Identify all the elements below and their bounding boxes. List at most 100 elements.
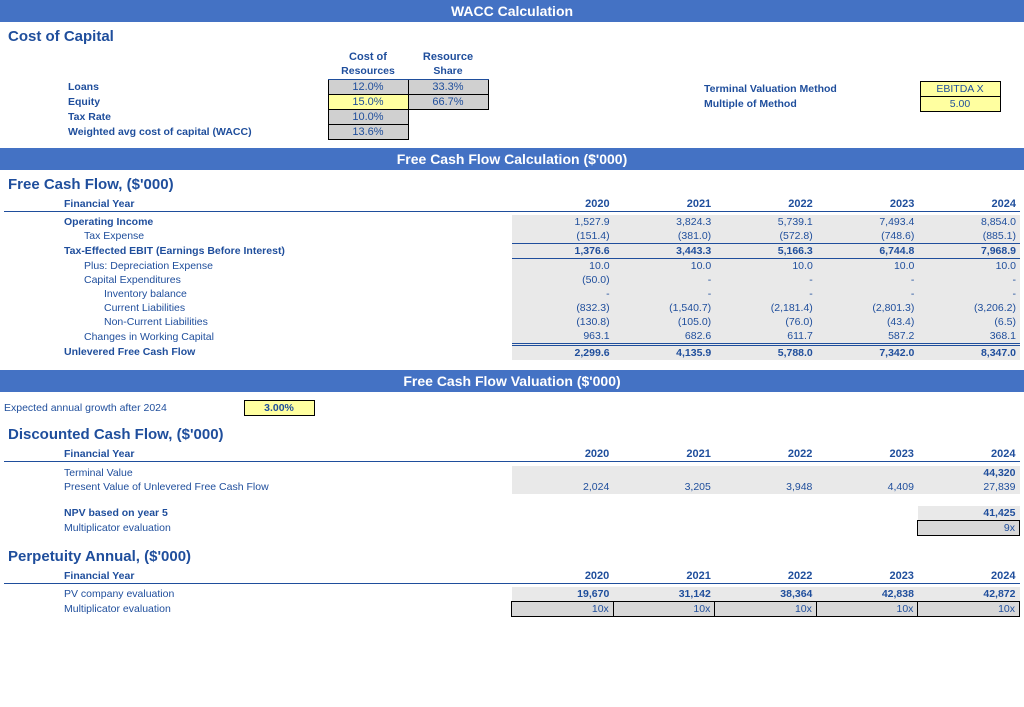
- dep-2020: 10.0: [512, 259, 614, 274]
- pv-ufcf-2021: 3,205: [613, 480, 715, 494]
- banner-fcv: Free Cash Flow Valuation ($'000): [0, 370, 1024, 392]
- pv-company-2020: 19,670: [512, 587, 614, 602]
- wc-2024: 368.1: [918, 329, 1020, 345]
- op-income-2022: 5,739.1: [715, 215, 817, 229]
- ncl-2022: (76.0): [715, 315, 817, 329]
- dcf-year-2021: 2021: [613, 447, 715, 462]
- tax-exp-2023: (748.6): [817, 229, 919, 244]
- row-loans-cost: 12.0%: [328, 79, 408, 94]
- term-val-2022: [715, 466, 817, 480]
- pv-ufcf-2022: 3,948: [715, 480, 817, 494]
- tax-ebit-2024: 7,968.9: [918, 244, 1020, 259]
- cl-2023: (2,801.3): [817, 301, 919, 315]
- growth-label: Expected annual growth after 2024: [0, 401, 244, 416]
- row-wacc-label: Weighted avg cost of capital (WACC): [8, 124, 328, 139]
- ncl-2023: (43.4): [817, 315, 919, 329]
- tax-exp-2021: (381.0): [614, 229, 716, 244]
- ufcf-2023: 7,342.0: [817, 345, 919, 361]
- mult-eval-label: Multiplicator evaluation: [4, 520, 512, 535]
- ncl-2021: (105.0): [614, 315, 716, 329]
- multiple-method-label: Multiple of Method: [700, 97, 900, 112]
- row-loans-label: Loans: [8, 79, 328, 94]
- dep-2023: 10.0: [817, 259, 919, 274]
- terminal-valuation-label: Terminal Valuation Method: [700, 82, 900, 97]
- pv-company-label: PV company evaluation: [4, 587, 512, 602]
- dcf-year-2024: 2024: [918, 447, 1020, 462]
- capex-2024: -: [918, 273, 1020, 287]
- row-tax-label: Tax Rate: [8, 109, 328, 124]
- fy-label-3: Financial Year: [4, 569, 512, 584]
- ufcf-2024: 8,347.0: [918, 345, 1020, 361]
- dep-2021: 10.0: [614, 259, 716, 274]
- term-val-2024: 44,320: [918, 466, 1020, 480]
- cl-label: Current Liabilities: [4, 301, 512, 315]
- capex-2021: -: [614, 273, 716, 287]
- wc-2022: 611.7: [715, 329, 817, 345]
- perp-mult-2024: 10x: [918, 602, 1020, 617]
- perp-mult-label: Multiplicator evaluation: [4, 602, 512, 617]
- section-dcf: Discounted Cash Flow, ($'000): [0, 416, 1024, 447]
- growth-value[interactable]: 3.00%: [244, 401, 314, 416]
- tax-exp-label: Tax Expense: [4, 229, 512, 244]
- wc-2023: 587.2: [817, 329, 919, 345]
- multiple-method-value[interactable]: 5.00: [920, 97, 1000, 112]
- capex-2022: -: [715, 273, 817, 287]
- pv-ufcf-2020: 2,024: [512, 480, 614, 494]
- mult-eval-val: 9x: [918, 520, 1020, 535]
- pv-company-2022: 38,364: [715, 587, 817, 602]
- year-2022: 2022: [715, 197, 817, 212]
- tax-ebit-2023: 6,744.8: [817, 244, 919, 259]
- capex-label: Capital Expenditures: [4, 273, 512, 287]
- tax-ebit-2021: 3,443.3: [614, 244, 716, 259]
- pv-ufcf-2024: 27,839: [918, 480, 1020, 494]
- fy-label-1: Financial Year: [4, 197, 512, 212]
- term-val-2021: [613, 466, 715, 480]
- perp-year-2022: 2022: [715, 569, 817, 584]
- npv-label: NPV based on year 5: [4, 506, 512, 521]
- dcf-year-2023: 2023: [816, 447, 918, 462]
- inv-2024: -: [918, 287, 1020, 301]
- pv-ufcf-2023: 4,409: [816, 480, 918, 494]
- op-income-label: Operating Income: [4, 215, 512, 229]
- inv-2021: -: [614, 287, 716, 301]
- banner-wacc: WACC Calculation: [0, 0, 1024, 22]
- terminal-valuation-value[interactable]: EBITDA X: [920, 82, 1000, 97]
- banner-fcf: Free Cash Flow Calculation ($'000): [0, 148, 1024, 170]
- row-loans-share: 33.3%: [408, 79, 488, 94]
- inv-label: Inventory balance: [4, 287, 512, 301]
- term-val-label: Terminal Value: [4, 466, 512, 480]
- wc-label: Changes in Working Capital: [4, 329, 512, 345]
- op-income-2024: 8,854.0: [918, 215, 1020, 229]
- tax-exp-2020: (151.4): [512, 229, 614, 244]
- term-val-2023: [816, 466, 918, 480]
- perp-year-2024: 2024: [918, 569, 1020, 584]
- ufcf-label: Unlevered Free Cash Flow: [4, 345, 512, 361]
- ufcf-2021: 4,135.9: [614, 345, 716, 361]
- inv-2020: -: [512, 287, 614, 301]
- cl-2024: (3,206.2): [918, 301, 1020, 315]
- npv-val: 41,425: [918, 506, 1020, 521]
- cl-2021: (1,540.7): [614, 301, 716, 315]
- tax-ebit-2020: 1,376.6: [512, 244, 614, 259]
- tax-ebit-label: Tax-Effected EBIT (Earnings Before Inter…: [4, 244, 512, 259]
- tax-exp-2024: (885.1): [918, 229, 1020, 244]
- perp-mult-2022: 10x: [715, 602, 817, 617]
- tax-exp-2022: (572.8): [715, 229, 817, 244]
- perp-year-2021: 2021: [613, 569, 715, 584]
- perp-mult-2021: 10x: [613, 602, 715, 617]
- year-2020: 2020: [512, 197, 614, 212]
- dep-2022: 10.0: [715, 259, 817, 274]
- row-wacc-val: 13.6%: [328, 124, 408, 139]
- section-perp: Perpetuity Annual, ($'000): [0, 536, 1024, 569]
- hdr-share-1: Resource: [408, 49, 488, 64]
- wc-2021: 682.6: [614, 329, 716, 345]
- ncl-2024: (6.5): [918, 315, 1020, 329]
- term-val-2020: [512, 466, 614, 480]
- pv-company-2021: 31,142: [613, 587, 715, 602]
- hdr-cost-1: Cost of: [328, 49, 408, 64]
- dep-2024: 10.0: [918, 259, 1020, 274]
- dcf-year-2022: 2022: [715, 447, 817, 462]
- row-equity-cost[interactable]: 15.0%: [328, 94, 408, 109]
- capex-2020: (50.0): [512, 273, 614, 287]
- cl-2022: (2,181.4): [715, 301, 817, 315]
